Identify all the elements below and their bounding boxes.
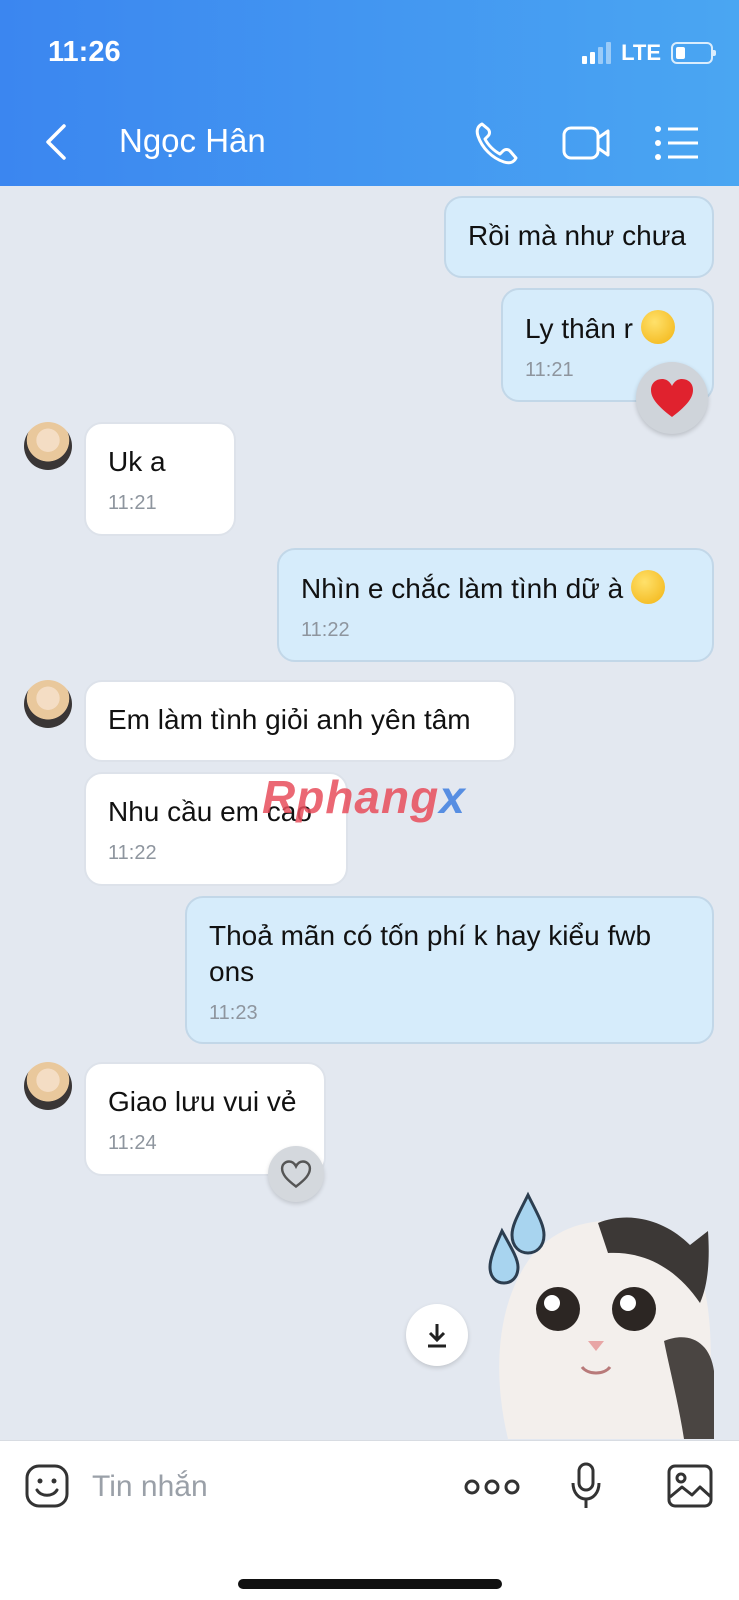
heart-icon — [651, 379, 693, 417]
thinking-face-emoji-icon — [631, 570, 666, 604]
message-input[interactable] — [92, 1465, 432, 1509]
message-bubble-incoming[interactable]: Uk a 11:21 — [84, 422, 236, 536]
watermark-text: Rphang — [262, 771, 440, 823]
avatar[interactable] — [24, 422, 72, 470]
phone-call-icon[interactable] — [470, 118, 522, 168]
status-time: 11:26 — [48, 36, 121, 68]
cat-sticker-image[interactable] — [488, 1191, 718, 1439]
network-type: LTE — [621, 40, 661, 65]
microphone-icon[interactable] — [568, 1461, 604, 1511]
message-bubble-outgoing[interactable]: Rồi mà như chưa — [444, 196, 714, 278]
heart-outline-icon — [280, 1160, 312, 1189]
sly-face-emoji-icon — [640, 310, 675, 344]
message-time: 11:24 — [108, 1132, 157, 1154]
chat-header: 11:26 LTE Ngọc Hân — [0, 0, 739, 186]
heart-reaction-button[interactable] — [268, 1146, 324, 1202]
more-options-icon[interactable] — [464, 1475, 520, 1499]
message-text: Rồi mà như chưa — [468, 220, 687, 251]
message-bubble-outgoing[interactable]: Nhìn e chắc làm tình dữ à 11:22 — [277, 548, 714, 662]
message-input-bar — [0, 1440, 739, 1600]
message-text: Giao lưu vui vẻ — [108, 1086, 297, 1117]
download-icon — [428, 1324, 446, 1348]
message-time: 11:23 — [209, 1002, 258, 1024]
message-bubble-outgoing[interactable]: Thoả mãn có tốn phí k hay kiểu fwb ons 1… — [185, 896, 714, 1044]
battery-icon — [671, 42, 716, 64]
status-indicators: LTE — [582, 40, 716, 66]
heart-reaction-button[interactable] — [636, 362, 708, 434]
home-indicator — [238, 1579, 502, 1589]
message-text: Uk a — [108, 446, 166, 477]
message-bubble-incoming[interactable]: Em làm tình giỏi anh yên tâm — [84, 680, 516, 762]
message-time: 11:22 — [108, 842, 157, 864]
avatar[interactable] — [24, 1062, 72, 1110]
avatar[interactable] — [24, 680, 72, 728]
message-text: Ly thân r — [525, 313, 633, 344]
message-text: Nhìn e chắc làm tình dữ à — [301, 573, 624, 604]
message-time: 11:21 — [108, 492, 157, 514]
emoji-sticker-button[interactable] — [24, 1463, 70, 1509]
message-list[interactable]: Rồi mà như chưa Ly thân r 11:21 Uk a 11:… — [0, 186, 739, 1440]
download-button[interactable] — [406, 1304, 468, 1366]
menu-list-icon[interactable] — [652, 118, 704, 168]
watermark-accent: x — [439, 771, 466, 823]
photo-gallery-icon[interactable] — [666, 1463, 714, 1509]
message-text: Em làm tình giỏi anh yên tâm — [108, 704, 471, 735]
contact-name[interactable]: Ngọc Hân — [119, 122, 266, 160]
message-text: Thoả mãn có tốn phí k hay kiểu fwb ons — [209, 920, 652, 987]
watermark-logo: Rphangx — [262, 770, 466, 824]
back-button[interactable] — [38, 120, 78, 164]
signal-icon — [582, 42, 612, 64]
message-time: 11:22 — [301, 619, 350, 641]
video-call-icon[interactable] — [560, 118, 612, 168]
